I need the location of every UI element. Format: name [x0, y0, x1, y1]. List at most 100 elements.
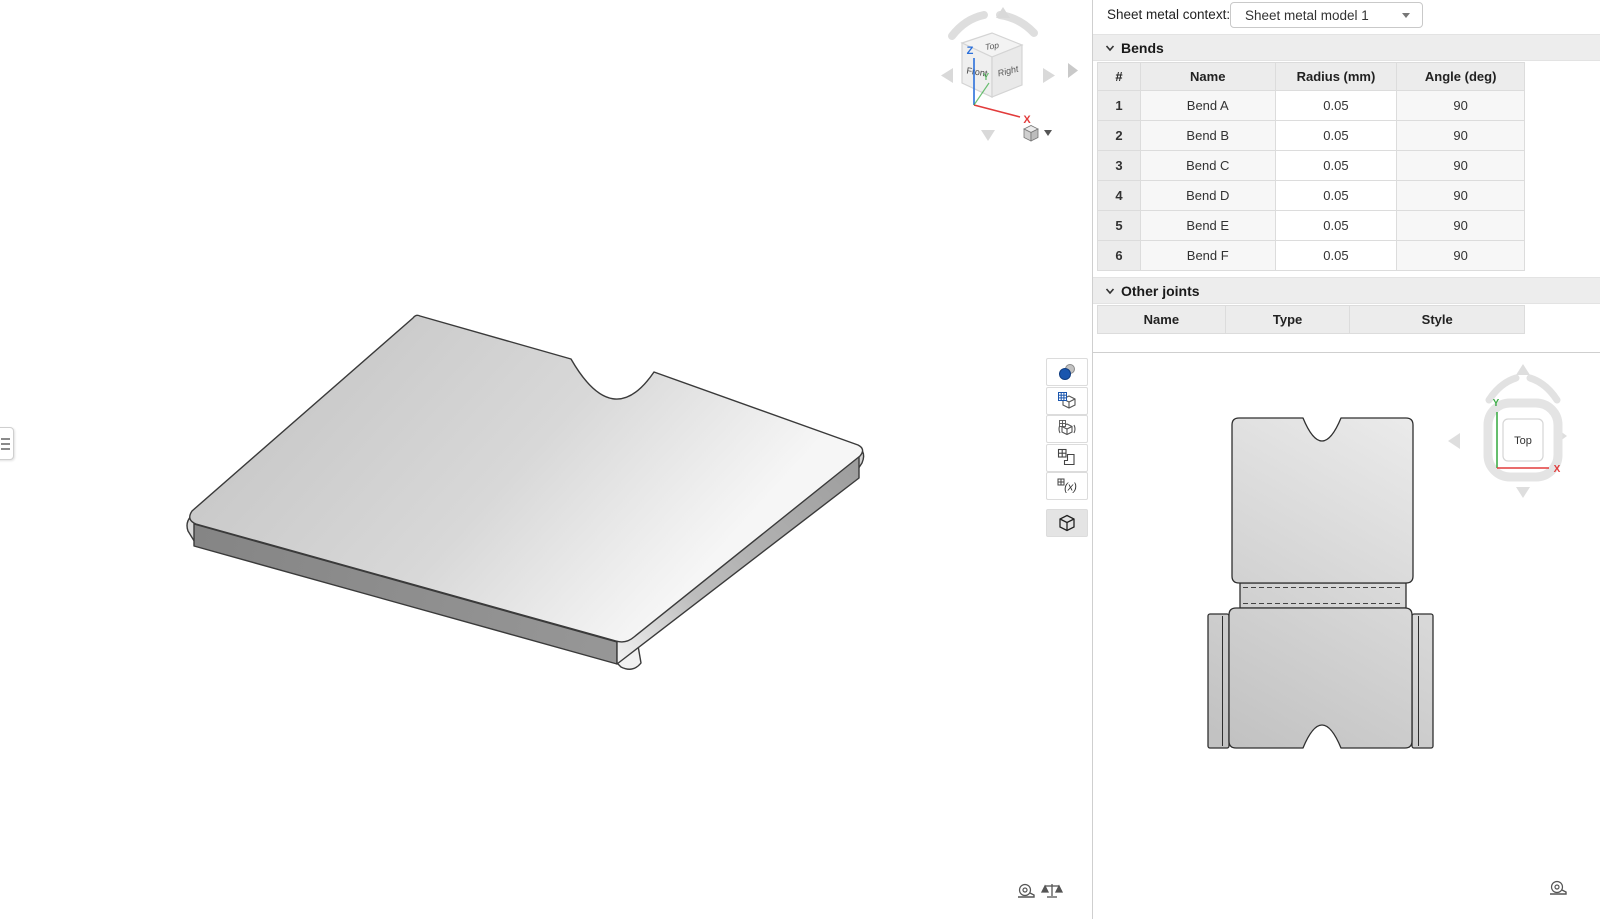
sheet-metal-context-value: Sheet metal model 1	[1231, 8, 1402, 23]
rotate-down-icon[interactable]	[981, 130, 995, 141]
sheet-metal-part-3d[interactable]	[187, 315, 864, 669]
table-row[interactable]: 6 Bend F 0.05 90	[1097, 241, 1525, 271]
feature-list-flyout-tab[interactable]	[0, 427, 14, 460]
other-joints-section-title: Other joints	[1121, 283, 1200, 299]
bend-callouts-button[interactable]: (x)	[1046, 472, 1088, 500]
isometric-view-button[interactable]	[1046, 509, 1088, 537]
bend-num: 3	[1098, 151, 1141, 181]
other-joints-table-header: Name Type Style	[1097, 305, 1525, 334]
y-axis-label: Y	[983, 72, 990, 83]
col-header-angle: Angle (deg)	[1397, 62, 1525, 91]
rotate-left-icon[interactable]	[941, 68, 953, 83]
shaded-appearance-icon	[1057, 362, 1077, 382]
flat-pattern-part[interactable]	[1208, 418, 1433, 748]
bends-table-header: # Name Radius (mm) Angle (deg)	[1097, 62, 1525, 91]
bend-name[interactable]: Bend D	[1141, 181, 1276, 211]
bend-num: 5	[1098, 211, 1141, 241]
bends-section-header[interactable]: Bends	[1093, 34, 1600, 61]
bend-name[interactable]: Bend F	[1141, 241, 1276, 271]
sheet-metal-context-select[interactable]: Sheet metal model 1	[1230, 2, 1423, 28]
mass-properties-icon[interactable]	[1042, 884, 1062, 897]
viewcube-top-label: Top	[1514, 435, 1532, 447]
flat-bend-web[interactable]	[1240, 583, 1406, 608]
bend-num: 2	[1098, 121, 1141, 151]
bend-name[interactable]: Bend A	[1141, 91, 1276, 121]
isometric-view-icon	[1057, 513, 1077, 533]
measure-tool-icon[interactable]	[1550, 882, 1566, 895]
table-row[interactable]: 1 Bend A 0.05 90	[1097, 91, 1525, 121]
flat-lower-plate[interactable]	[1229, 608, 1412, 748]
y-axis-label: Y	[1493, 398, 1500, 409]
bend-radius[interactable]: 0.05	[1276, 211, 1398, 241]
z-axis-label: Z	[967, 45, 974, 57]
flat-right-flange[interactable]	[1412, 614, 1433, 748]
bend-name[interactable]: Bend E	[1141, 211, 1276, 241]
bend-callouts-icon: (x)	[1056, 476, 1078, 496]
bend-num: 4	[1098, 181, 1141, 211]
bend-name[interactable]: Bend C	[1141, 151, 1276, 181]
rotate-up-icon[interactable]	[1516, 364, 1530, 375]
bend-angle[interactable]: 90	[1397, 181, 1525, 211]
view-options-caret-icon[interactable]	[1044, 130, 1052, 136]
bend-num: 6	[1098, 241, 1141, 271]
rotate-arc-left-icon[interactable]	[952, 15, 984, 36]
rotate-arc-right-icon[interactable]	[1530, 378, 1557, 400]
flat-pattern-button[interactable]	[1046, 444, 1088, 472]
bend-radius[interactable]: 0.05	[1276, 241, 1398, 271]
rotate-left-icon[interactable]	[1448, 433, 1460, 449]
col-header-num: #	[1098, 62, 1141, 91]
table-row[interactable]: 2 Bend B 0.05 90	[1097, 121, 1525, 151]
fold-preview-icon	[1057, 419, 1077, 439]
x-axis	[974, 105, 1020, 117]
bend-angle[interactable]: 90	[1397, 151, 1525, 181]
panel-collapse-arrow-icon[interactable]	[1068, 63, 1078, 78]
bend-radius[interactable]: 0.05	[1276, 151, 1398, 181]
bend-radius[interactable]: 0.05	[1276, 91, 1398, 121]
table-row[interactable]: 3 Bend C 0.05 90	[1097, 151, 1525, 181]
col-header-radius: Radius (mm)	[1276, 62, 1398, 91]
col-header-name: Name	[1098, 305, 1226, 334]
panel-vertical-divider[interactable]	[1092, 0, 1093, 919]
chevron-down-icon	[1104, 42, 1116, 54]
panel-horizontal-divider[interactable]	[1093, 352, 1600, 353]
main-3d-viewport[interactable]: Top Front Right Z X Y	[0, 0, 1092, 919]
col-header-name: Name	[1141, 62, 1276, 91]
table-row[interactable]: 5 Bend E 0.05 90	[1097, 211, 1525, 241]
rotate-right-icon[interactable]	[1043, 68, 1055, 83]
col-header-type: Type	[1226, 305, 1351, 334]
fold-preview-button[interactable]	[1046, 415, 1088, 443]
shaded-appearance-button[interactable]	[1046, 358, 1088, 386]
list-icon	[1, 438, 10, 440]
bend-name[interactable]: Bend B	[1141, 121, 1276, 151]
dropdown-caret-icon	[1402, 13, 1410, 18]
flat-pattern-icon	[1057, 448, 1077, 468]
view-cube-flat[interactable]: Top Y X	[1448, 364, 1567, 498]
table-row[interactable]: 4 Bend D 0.05 90	[1097, 181, 1525, 211]
part-top-face[interactable]	[190, 315, 863, 642]
bend-angle[interactable]: 90	[1397, 211, 1525, 241]
sheet-metal-context-label: Sheet metal context:	[1107, 7, 1230, 22]
bend-num: 1	[1098, 91, 1141, 121]
svg-text:(x): (x)	[1064, 482, 1077, 494]
flat-left-flange[interactable]	[1208, 614, 1229, 748]
flat-upper-plate[interactable]	[1232, 418, 1413, 583]
bend-radius[interactable]: 0.05	[1276, 181, 1398, 211]
col-header-style: Style	[1350, 305, 1525, 334]
bend-angle[interactable]: 90	[1397, 241, 1525, 271]
bend-angle[interactable]: 90	[1397, 91, 1525, 121]
rotate-arc-left-icon[interactable]	[1489, 378, 1516, 400]
chevron-down-icon	[1104, 285, 1116, 297]
bends-section-title: Bends	[1121, 40, 1164, 56]
bend-radius[interactable]: 0.05	[1276, 121, 1398, 151]
rotate-down-icon[interactable]	[1516, 487, 1530, 498]
measure-tool-icon[interactable]	[1018, 885, 1034, 898]
flat-and-3d-icon	[1057, 391, 1077, 411]
flat-pattern-viewport[interactable]: Top Y X	[1093, 353, 1600, 919]
bend-angle[interactable]: 90	[1397, 121, 1525, 151]
x-axis-label: X	[1023, 114, 1031, 126]
x-axis-label: X	[1554, 464, 1561, 475]
other-joints-section-header[interactable]: Other joints	[1093, 277, 1600, 304]
view-options-cube-icon[interactable]	[1024, 126, 1038, 142]
view-cube-main[interactable]: Top Front Right Z X Y	[941, 7, 1055, 141]
flat-and-3d-button[interactable]	[1046, 387, 1088, 415]
